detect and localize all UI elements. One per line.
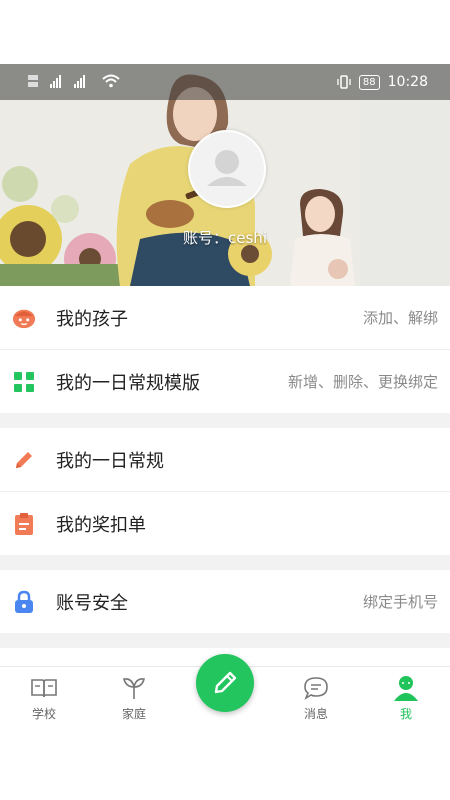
lock-icon xyxy=(12,590,36,614)
menu-hint: 添加、解绑 xyxy=(362,309,438,327)
tab-label: 家庭 xyxy=(121,707,146,721)
compose-button[interactable] xyxy=(196,654,254,712)
menu-item-reward-deduction[interactable]: 我的奖扣单 xyxy=(0,492,450,555)
wifi-icon xyxy=(102,74,120,88)
profile-header: 88 10:28 账号：ceshi xyxy=(0,64,450,286)
menu-item-my-children[interactable]: 我的孩子 添加、解绑 xyxy=(0,286,450,349)
menu-item-account-security[interactable]: 账号安全 绑定手机号 xyxy=(0,570,450,633)
menu-item-routine-template[interactable]: 我的一日常规模版 新增、删除、更换绑定 xyxy=(0,350,450,413)
account-name: 账号：ceshi xyxy=(183,229,267,247)
person-icon xyxy=(376,675,436,701)
grid-icon xyxy=(12,370,36,394)
tab-label: 学校 xyxy=(31,707,56,721)
status-right: 88 10:28 xyxy=(337,74,428,90)
menu-hint: 新增、删除、更换绑定 xyxy=(287,373,438,391)
pencil-icon xyxy=(12,448,36,472)
status-time: 10:28 xyxy=(387,74,428,90)
section-gap xyxy=(0,413,450,428)
pencil-icon xyxy=(214,671,237,694)
menu-label: 我的一日常规模版 xyxy=(56,372,200,394)
clipboard-icon xyxy=(12,512,36,536)
menu-label: 账号安全 xyxy=(56,592,128,614)
status-bar: 88 10:28 xyxy=(0,64,450,100)
section-gap xyxy=(0,633,450,648)
tab-school[interactable]: 学校 xyxy=(14,675,74,722)
book-icon xyxy=(14,675,74,701)
chat-icon xyxy=(286,675,346,701)
battery-indicator: 88 xyxy=(358,74,380,90)
menu-hint: 绑定手机号 xyxy=(362,593,438,611)
signal-indicators xyxy=(28,73,120,89)
child-face-icon xyxy=(12,306,36,330)
tab-messages[interactable]: 消息 xyxy=(286,675,346,722)
sprout-icon xyxy=(104,675,164,701)
menu-label: 我的一日常规 xyxy=(56,450,164,472)
menu-label: 我的孩子 xyxy=(56,308,128,330)
signal-icon xyxy=(28,75,85,88)
person-placeholder-icon xyxy=(207,150,247,186)
tab-me[interactable]: 我 xyxy=(376,675,436,722)
menu-item-daily-routine[interactable]: 我的一日常规 xyxy=(0,428,450,491)
tab-label: 消息 xyxy=(303,707,328,721)
tab-family[interactable]: 家庭 xyxy=(104,675,164,722)
vibrate-icon xyxy=(337,75,351,89)
avatar[interactable] xyxy=(188,130,266,208)
tab-label: 我 xyxy=(399,707,412,721)
top-blank-area xyxy=(0,0,450,64)
menu-label: 我的奖扣单 xyxy=(56,514,146,536)
section-gap xyxy=(0,555,450,570)
phone-screen: 88 10:28 账号：ceshi 我的孩子 添加、解绑 我的一日常规模版 新增… xyxy=(0,0,450,800)
